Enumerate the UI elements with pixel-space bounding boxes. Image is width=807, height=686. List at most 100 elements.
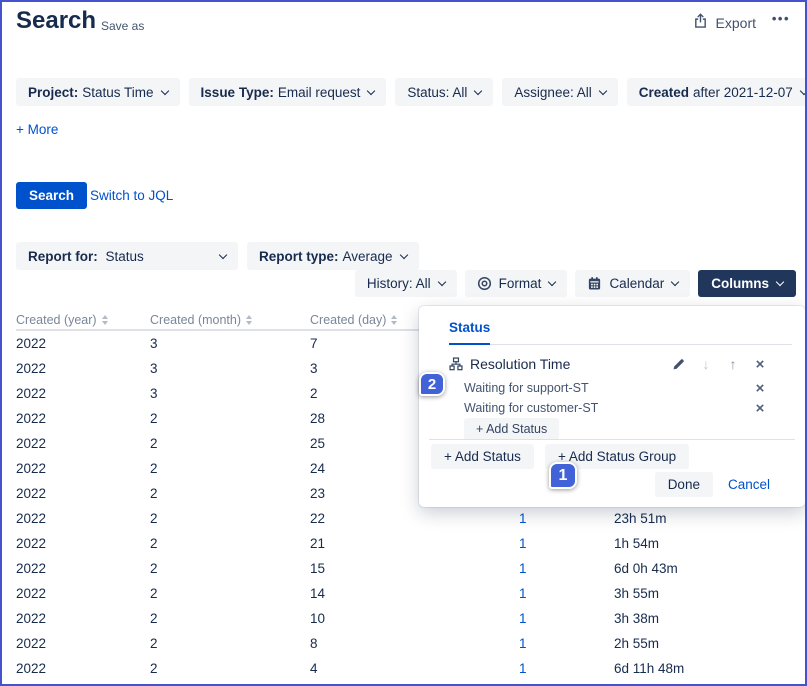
filter-project-label: Project: [28, 85, 78, 100]
report-selectors: Report for: Status Report type: Average [16, 242, 419, 270]
more-menu-button[interactable]: ••• [772, 11, 790, 26]
report-for-value: Status [106, 249, 144, 264]
search-button[interactable]: Search [16, 182, 87, 209]
tab-status[interactable]: Status [449, 320, 490, 345]
cell-created-day: 14 [310, 586, 519, 601]
cell-created-year: 2022 [16, 561, 150, 576]
status-item-label: Waiting for support-ST [464, 381, 589, 395]
calendar-icon [587, 276, 609, 291]
filter-created-value: after 2021-12-07 [693, 85, 793, 100]
sort-icon[interactable] [102, 315, 108, 325]
done-button[interactable]: Done [655, 472, 713, 497]
cell-duration: 6d 0h 43m [614, 561, 795, 576]
column-header-created-year[interactable]: Created (year) [16, 313, 150, 327]
history-select[interactable]: History: All [355, 270, 457, 297]
table-row: 2022 2 14 1 3h 55m [16, 581, 795, 606]
columns-button[interactable]: Columns [698, 270, 796, 297]
chevron-down-icon [598, 86, 606, 94]
add-status-button[interactable]: + Add Status [431, 444, 534, 469]
cell-created-day: 10 [310, 611, 519, 626]
report-for-select[interactable]: Report for: Status [16, 242, 238, 270]
cell-created-month: 3 [150, 386, 310, 401]
sort-icon[interactable] [246, 315, 252, 325]
filter-bar: Project: Status Time Issue Type: Email r… [16, 78, 807, 106]
chevron-down-icon [437, 278, 445, 286]
chevron-down-icon [776, 278, 784, 286]
issue-count-link[interactable]: 1 [519, 536, 614, 551]
switch-to-jql-link[interactable]: Switch to JQL [90, 188, 173, 203]
cell-created-month: 2 [150, 561, 310, 576]
filter-assignee[interactable]: Assignee: All [502, 78, 617, 106]
table-toolbar: History: All Format [355, 270, 796, 297]
save-as-link[interactable]: Save as [101, 19, 144, 33]
status-group-row: Resolution Time ↓ ↑ × [449, 354, 767, 374]
format-icon [477, 276, 499, 291]
status-group-name: Resolution Time [470, 356, 672, 372]
cell-created-day: 22 [310, 511, 519, 526]
calendar-select[interactable]: Calendar [575, 270, 690, 297]
cell-created-year: 2022 [16, 361, 150, 376]
cell-duration: 23h 51m [614, 511, 795, 526]
chevron-down-icon [367, 86, 375, 94]
popup-divider [429, 439, 795, 440]
remove-status-icon[interactable]: × [753, 381, 767, 396]
remove-group-icon[interactable]: × [753, 357, 767, 372]
cell-created-year: 2022 [16, 661, 150, 676]
group-actions: ↓ ↑ × [672, 357, 767, 372]
move-down-icon[interactable]: ↓ [699, 357, 713, 371]
cell-created-month: 2 [150, 661, 310, 676]
cell-created-day: 21 [310, 536, 519, 551]
issue-count-link[interactable]: 1 [519, 636, 614, 651]
filter-issue-type[interactable]: Issue Type: Email request [189, 78, 387, 106]
move-up-icon[interactable]: ↑ [726, 357, 740, 371]
filter-project-value: Status Time [82, 85, 153, 100]
filter-project[interactable]: Project: Status Time [16, 78, 180, 106]
cell-created-month: 2 [150, 536, 310, 551]
chevron-down-icon [800, 86, 807, 94]
filter-created[interactable]: Created after 2021-12-07 [627, 78, 807, 106]
cell-created-year: 2022 [16, 636, 150, 651]
chevron-down-icon [219, 250, 227, 258]
format-select[interactable]: Format [465, 270, 568, 297]
cancel-link[interactable]: Cancel [728, 477, 770, 492]
cell-created-year: 2022 [16, 511, 150, 526]
history-label: History: All [367, 276, 431, 291]
group-add-status-button[interactable]: + Add Status [464, 418, 559, 440]
sort-icon[interactable] [391, 315, 397, 325]
table-row: 2022 2 8 1 2h 55m [16, 631, 795, 656]
cell-created-year: 2022 [16, 411, 150, 426]
cell-created-year: 2022 [16, 436, 150, 451]
cell-created-year: 2022 [16, 461, 150, 476]
columns-label: Columns [711, 276, 769, 291]
cell-created-month: 2 [150, 636, 310, 651]
filter-issue-type-label: Issue Type: [201, 85, 274, 100]
chevron-down-icon [399, 250, 407, 258]
popup-tabbar: Status [449, 320, 792, 345]
filter-status[interactable]: Status: All [395, 78, 493, 106]
cell-duration: 3h 38m [614, 611, 795, 626]
report-type-select[interactable]: Report type: Average [247, 242, 419, 270]
cell-created-month: 2 [150, 461, 310, 476]
popup-footer: Done Cancel [655, 472, 770, 497]
issue-count-link[interactable]: 1 [519, 511, 614, 526]
status-item: Waiting for customer-ST × [464, 400, 767, 416]
format-label: Format [499, 276, 542, 291]
status-item: Waiting for support-ST × [464, 380, 767, 396]
export-button[interactable]: Export [693, 13, 756, 32]
cell-created-year: 2022 [16, 586, 150, 601]
filter-issue-type-value: Email request [278, 85, 361, 100]
issue-count-link[interactable]: 1 [519, 586, 614, 601]
more-filters-link[interactable]: + More [16, 122, 58, 137]
app-window: Search Save as Export ••• Project: Statu… [0, 0, 807, 686]
column-header-created-month[interactable]: Created (month) [150, 313, 310, 327]
report-type-label: Report type: [259, 249, 339, 264]
cell-created-month: 2 [150, 486, 310, 501]
issue-count-link[interactable]: 1 [519, 661, 614, 676]
issue-count-link[interactable]: 1 [519, 611, 614, 626]
cell-created-month: 3 [150, 336, 310, 351]
edit-icon[interactable] [672, 358, 686, 371]
cell-duration: 2h 55m [614, 636, 795, 651]
annotation-badge-2: 2 [419, 372, 445, 396]
issue-count-link[interactable]: 1 [519, 561, 614, 576]
remove-status-icon[interactable]: × [753, 401, 767, 416]
